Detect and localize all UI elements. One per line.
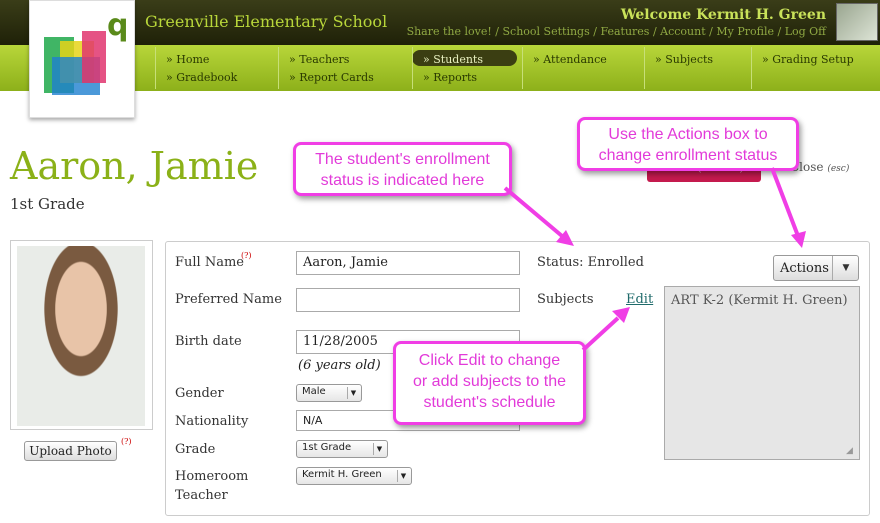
callout-arrows [503, 167, 806, 352]
